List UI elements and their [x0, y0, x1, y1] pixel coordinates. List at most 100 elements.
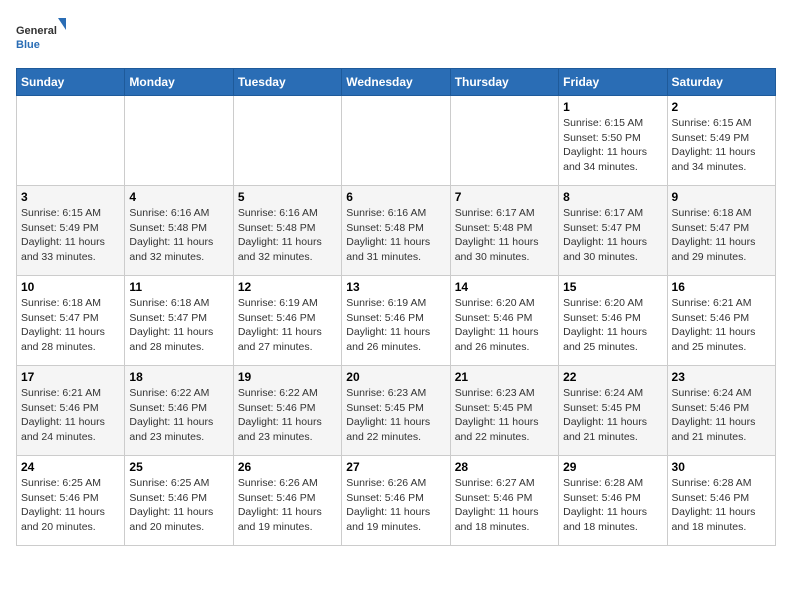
day-info: Sunrise: 6:22 AMSunset: 5:46 PMDaylight:… — [238, 386, 337, 445]
day-info: Sunrise: 6:16 AMSunset: 5:48 PMDaylight:… — [346, 206, 445, 265]
calendar-cell: 13Sunrise: 6:19 AMSunset: 5:46 PMDayligh… — [342, 276, 450, 366]
weekday-header-row: SundayMondayTuesdayWednesdayThursdayFrid… — [17, 69, 776, 96]
calendar-cell: 1 Sunrise: 6:15 AMSunset: 5:50 PMDaylight… — [559, 96, 667, 186]
logo: General Blue — [16, 16, 66, 56]
day-info: Sunrise: 6:28 AMSunset: 5:46 PMDaylight:… — [672, 476, 771, 535]
day-number: 17 — [21, 370, 120, 384]
day-number: 6 — [346, 190, 445, 204]
week-row-4: 17 Sunrise: 6:21 AMSunset: 5:46 PMDayligh… — [17, 366, 776, 456]
calendar-cell: 28 Sunrise: 6:27 AMSunset: 5:46 PMDayligh… — [450, 456, 558, 546]
day-number: 21 — [455, 370, 554, 384]
week-row-3: 10 Sunrise: 6:18 AMSunset: 5:47 PMDayligh… — [17, 276, 776, 366]
calendar-cell: 3 Sunrise: 6:15 AMSunset: 5:49 PMDaylight… — [17, 186, 125, 276]
day-number: 30 — [672, 460, 771, 474]
calendar-cell — [233, 96, 341, 186]
day-number: 1 — [563, 100, 662, 114]
calendar-cell: 18 Sunrise: 6:22 AMSunset: 5:46 PMDayligh… — [125, 366, 233, 456]
day-info: Sunrise: 6:26 AMSunset: 5:46 PMDaylight:… — [238, 476, 337, 535]
calendar-cell: 7 Sunrise: 6:17 AMSunset: 5:48 PMDaylight… — [450, 186, 558, 276]
day-number: 5 — [238, 190, 337, 204]
calendar-cell: 24Sunrise: 6:25 AMSunset: 5:46 PMDayligh… — [17, 456, 125, 546]
week-row-1: 1 Sunrise: 6:15 AMSunset: 5:50 PMDaylight… — [17, 96, 776, 186]
calendar-cell: 25Sunrise: 6:25 AMSunset: 5:46 PMDayligh… — [125, 456, 233, 546]
calendar-cell: 14Sunrise: 6:20 AMSunset: 5:46 PMDayligh… — [450, 276, 558, 366]
calendar-cell: 29 Sunrise: 6:28 AMSunset: 5:46 PMDayligh… — [559, 456, 667, 546]
weekday-header-sunday: Sunday — [17, 69, 125, 96]
day-info: Sunrise: 6:25 AMSunset: 5:46 PMDaylight:… — [129, 476, 228, 535]
day-info: Sunrise: 6:27 AMSunset: 5:46 PMDaylight:… — [455, 476, 554, 535]
calendar-cell — [125, 96, 233, 186]
day-info: Sunrise: 6:20 AMSunset: 5:46 PMDaylight:… — [563, 296, 662, 355]
day-number: 12 — [238, 280, 337, 294]
calendar-cell: 11 Sunrise: 6:18 AMSunset: 5:47 PMDayligh… — [125, 276, 233, 366]
day-number: 28 — [455, 460, 554, 474]
day-info: Sunrise: 6:23 AMSunset: 5:45 PMDaylight:… — [455, 386, 554, 445]
day-number: 29 — [563, 460, 662, 474]
day-info: Sunrise: 6:18 AMSunset: 5:47 PMDaylight:… — [672, 206, 771, 265]
day-info: Sunrise: 6:21 AMSunset: 5:46 PMDaylight:… — [672, 296, 771, 355]
calendar-cell: 22 Sunrise: 6:24 AMSunset: 5:45 PMDayligh… — [559, 366, 667, 456]
day-number: 10 — [21, 280, 120, 294]
day-info: Sunrise: 6:25 AMSunset: 5:46 PMDaylight:… — [21, 476, 120, 535]
calendar-cell: 16 Sunrise: 6:21 AMSunset: 5:46 PMDayligh… — [667, 276, 775, 366]
day-number: 19 — [238, 370, 337, 384]
day-number: 16 — [672, 280, 771, 294]
day-number: 2 — [672, 100, 771, 114]
weekday-header-friday: Friday — [559, 69, 667, 96]
calendar-cell: 15 Sunrise: 6:20 AMSunset: 5:46 PMDayligh… — [559, 276, 667, 366]
calendar-cell: 5 Sunrise: 6:16 AMSunset: 5:48 PMDaylight… — [233, 186, 341, 276]
day-info: Sunrise: 6:15 AMSunset: 5:49 PMDaylight:… — [21, 206, 120, 265]
day-number: 8 — [563, 190, 662, 204]
calendar-cell: 27 Sunrise: 6:26 AMSunset: 5:46 PMDayligh… — [342, 456, 450, 546]
day-info: Sunrise: 6:15 AMSunset: 5:50 PMDaylight:… — [563, 116, 662, 175]
calendar-cell: 23 Sunrise: 6:24 AMSunset: 5:46 PMDayligh… — [667, 366, 775, 456]
week-row-5: 24Sunrise: 6:25 AMSunset: 5:46 PMDayligh… — [17, 456, 776, 546]
day-number: 14 — [455, 280, 554, 294]
day-number: 15 — [563, 280, 662, 294]
day-info: Sunrise: 6:18 AMSunset: 5:47 PMDaylight:… — [21, 296, 120, 355]
day-info: Sunrise: 6:17 AMSunset: 5:48 PMDaylight:… — [455, 206, 554, 265]
day-number: 22 — [563, 370, 662, 384]
calendar-cell — [17, 96, 125, 186]
day-number: 26 — [238, 460, 337, 474]
day-info: Sunrise: 6:16 AMSunset: 5:48 PMDaylight:… — [238, 206, 337, 265]
day-info: Sunrise: 6:17 AMSunset: 5:47 PMDaylight:… — [563, 206, 662, 265]
day-info: Sunrise: 6:19 AMSunset: 5:46 PMDaylight:… — [238, 296, 337, 355]
calendar-cell: 2 Sunrise: 6:15 AMSunset: 5:49 PMDaylight… — [667, 96, 775, 186]
day-number: 11 — [129, 280, 228, 294]
day-number: 3 — [21, 190, 120, 204]
calendar-table: SundayMondayTuesdayWednesdayThursdayFrid… — [16, 68, 776, 546]
day-info: Sunrise: 6:18 AMSunset: 5:47 PMDaylight:… — [129, 296, 228, 355]
calendar-cell: 21 Sunrise: 6:23 AMSunset: 5:45 PMDayligh… — [450, 366, 558, 456]
day-number: 23 — [672, 370, 771, 384]
calendar-cell: 6 Sunrise: 6:16 AMSunset: 5:48 PMDaylight… — [342, 186, 450, 276]
day-number: 18 — [129, 370, 228, 384]
day-info: Sunrise: 6:24 AMSunset: 5:46 PMDaylight:… — [672, 386, 771, 445]
weekday-header-monday: Monday — [125, 69, 233, 96]
day-info: Sunrise: 6:15 AMSunset: 5:49 PMDaylight:… — [672, 116, 771, 175]
week-row-2: 3 Sunrise: 6:15 AMSunset: 5:49 PMDaylight… — [17, 186, 776, 276]
calendar-cell: 4Sunrise: 6:16 AMSunset: 5:48 PMDaylight… — [125, 186, 233, 276]
calendar-cell: 20Sunrise: 6:23 AMSunset: 5:45 PMDayligh… — [342, 366, 450, 456]
calendar-cell: 26 Sunrise: 6:26 AMSunset: 5:46 PMDayligh… — [233, 456, 341, 546]
day-info: Sunrise: 6:28 AMSunset: 5:46 PMDaylight:… — [563, 476, 662, 535]
weekday-header-tuesday: Tuesday — [233, 69, 341, 96]
svg-text:General: General — [16, 25, 57, 37]
day-number: 7 — [455, 190, 554, 204]
weekday-header-thursday: Thursday — [450, 69, 558, 96]
calendar-cell: 12 Sunrise: 6:19 AMSunset: 5:46 PMDayligh… — [233, 276, 341, 366]
day-info: Sunrise: 6:26 AMSunset: 5:46 PMDaylight:… — [346, 476, 445, 535]
calendar-cell: 19 Sunrise: 6:22 AMSunset: 5:46 PMDayligh… — [233, 366, 341, 456]
day-info: Sunrise: 6:19 AMSunset: 5:46 PMDaylight:… — [346, 296, 445, 355]
day-number: 20 — [346, 370, 445, 384]
calendar-cell: 10 Sunrise: 6:18 AMSunset: 5:47 PMDayligh… — [17, 276, 125, 366]
weekday-header-saturday: Saturday — [667, 69, 775, 96]
day-info: Sunrise: 6:22 AMSunset: 5:46 PMDaylight:… — [129, 386, 228, 445]
calendar-cell — [450, 96, 558, 186]
day-number: 27 — [346, 460, 445, 474]
day-info: Sunrise: 6:24 AMSunset: 5:45 PMDaylight:… — [563, 386, 662, 445]
day-info: Sunrise: 6:21 AMSunset: 5:46 PMDaylight:… — [21, 386, 120, 445]
svg-text:Blue: Blue — [16, 39, 40, 51]
day-number: 9 — [672, 190, 771, 204]
calendar-cell: 9 Sunrise: 6:18 AMSunset: 5:47 PMDaylight… — [667, 186, 775, 276]
